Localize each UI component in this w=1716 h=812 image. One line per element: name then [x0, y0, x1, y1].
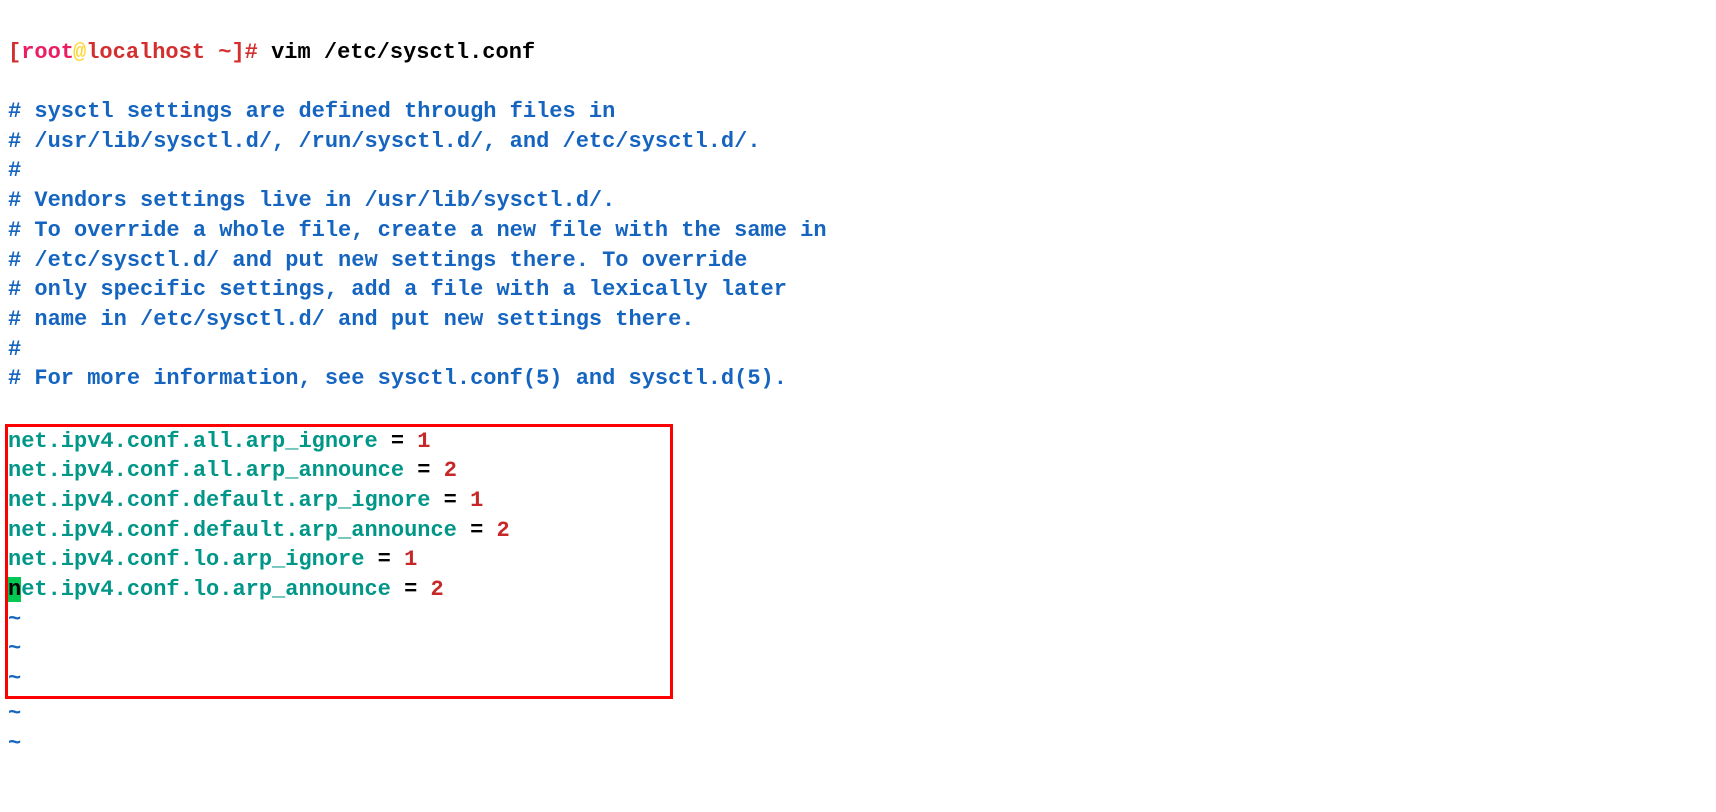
prompt-line: [root@localhost ~]# vim /etc/sysctl.conf [8, 40, 535, 65]
terminal-output[interactable]: [root@localhost ~]# vim /etc/sysctl.conf… [8, 8, 1708, 758]
conf-eq-2: = [404, 458, 444, 483]
prompt-hash: # [245, 40, 271, 65]
comment-line-9: # [8, 337, 21, 362]
conf-val-6: 2 [430, 577, 443, 602]
comment-line-10: # For more information, see sysctl.conf(… [8, 366, 787, 391]
comment-line-6: # /etc/sysctl.d/ and put new settings th… [8, 248, 747, 273]
conf-eq-4: = [457, 518, 497, 543]
conf-key-6: et.ipv4.conf.lo.arp_announce [21, 577, 391, 602]
comment-line-2: # /usr/lib/sysctl.d/, /run/sysctl.d/, an… [8, 129, 761, 154]
prompt-user: root [21, 40, 74, 65]
conf-eq-5: = [364, 547, 404, 572]
comment-line-8: # name in /etc/sysctl.d/ and put new set… [8, 307, 695, 332]
conf-val-3: 1 [470, 488, 483, 513]
prompt-close-bracket: ] [231, 40, 244, 65]
comment-line-7: # only specific settings, add a file wit… [8, 277, 787, 302]
highlight-box: net.ipv4.conf.all.arp_ignore = 1 net.ipv… [5, 424, 673, 699]
command-text: vim /etc/sysctl.conf [271, 40, 535, 65]
conf-key-1: net.ipv4.conf.all.arp_ignore [8, 429, 378, 454]
comment-line-1: # sysctl settings are defined through fi… [8, 99, 615, 124]
conf-eq-3: = [430, 488, 470, 513]
vim-cursor: n [8, 577, 21, 602]
prompt-path: ~ [205, 40, 231, 65]
vim-tilde: ~ [8, 636, 21, 661]
vim-tilde: ~ [8, 607, 21, 632]
vim-tilde: ~ [8, 731, 21, 756]
prompt-open-bracket: [ [8, 40, 21, 65]
conf-val-4: 2 [496, 518, 509, 543]
conf-key-5: net.ipv4.conf.lo.arp_ignore [8, 547, 364, 572]
conf-eq-1: = [378, 429, 418, 454]
comment-line-4: # Vendors settings live in /usr/lib/sysc… [8, 188, 615, 213]
comment-line-5: # To override a whole file, create a new… [8, 218, 827, 243]
vim-tilde: ~ [8, 666, 21, 691]
prompt-host: localhost [86, 40, 205, 65]
conf-eq-6: = [391, 577, 431, 602]
conf-key-2: net.ipv4.conf.all.arp_announce [8, 458, 404, 483]
conf-key-4: net.ipv4.conf.default.arp_announce [8, 518, 457, 543]
vim-tilde: ~ [8, 701, 21, 726]
conf-val-2: 2 [444, 458, 457, 483]
conf-val-1: 1 [417, 429, 430, 454]
conf-key-3: net.ipv4.conf.default.arp_ignore [8, 488, 430, 513]
comment-line-3: # [8, 158, 21, 183]
conf-val-5: 1 [404, 547, 417, 572]
prompt-at: @ [73, 40, 86, 65]
